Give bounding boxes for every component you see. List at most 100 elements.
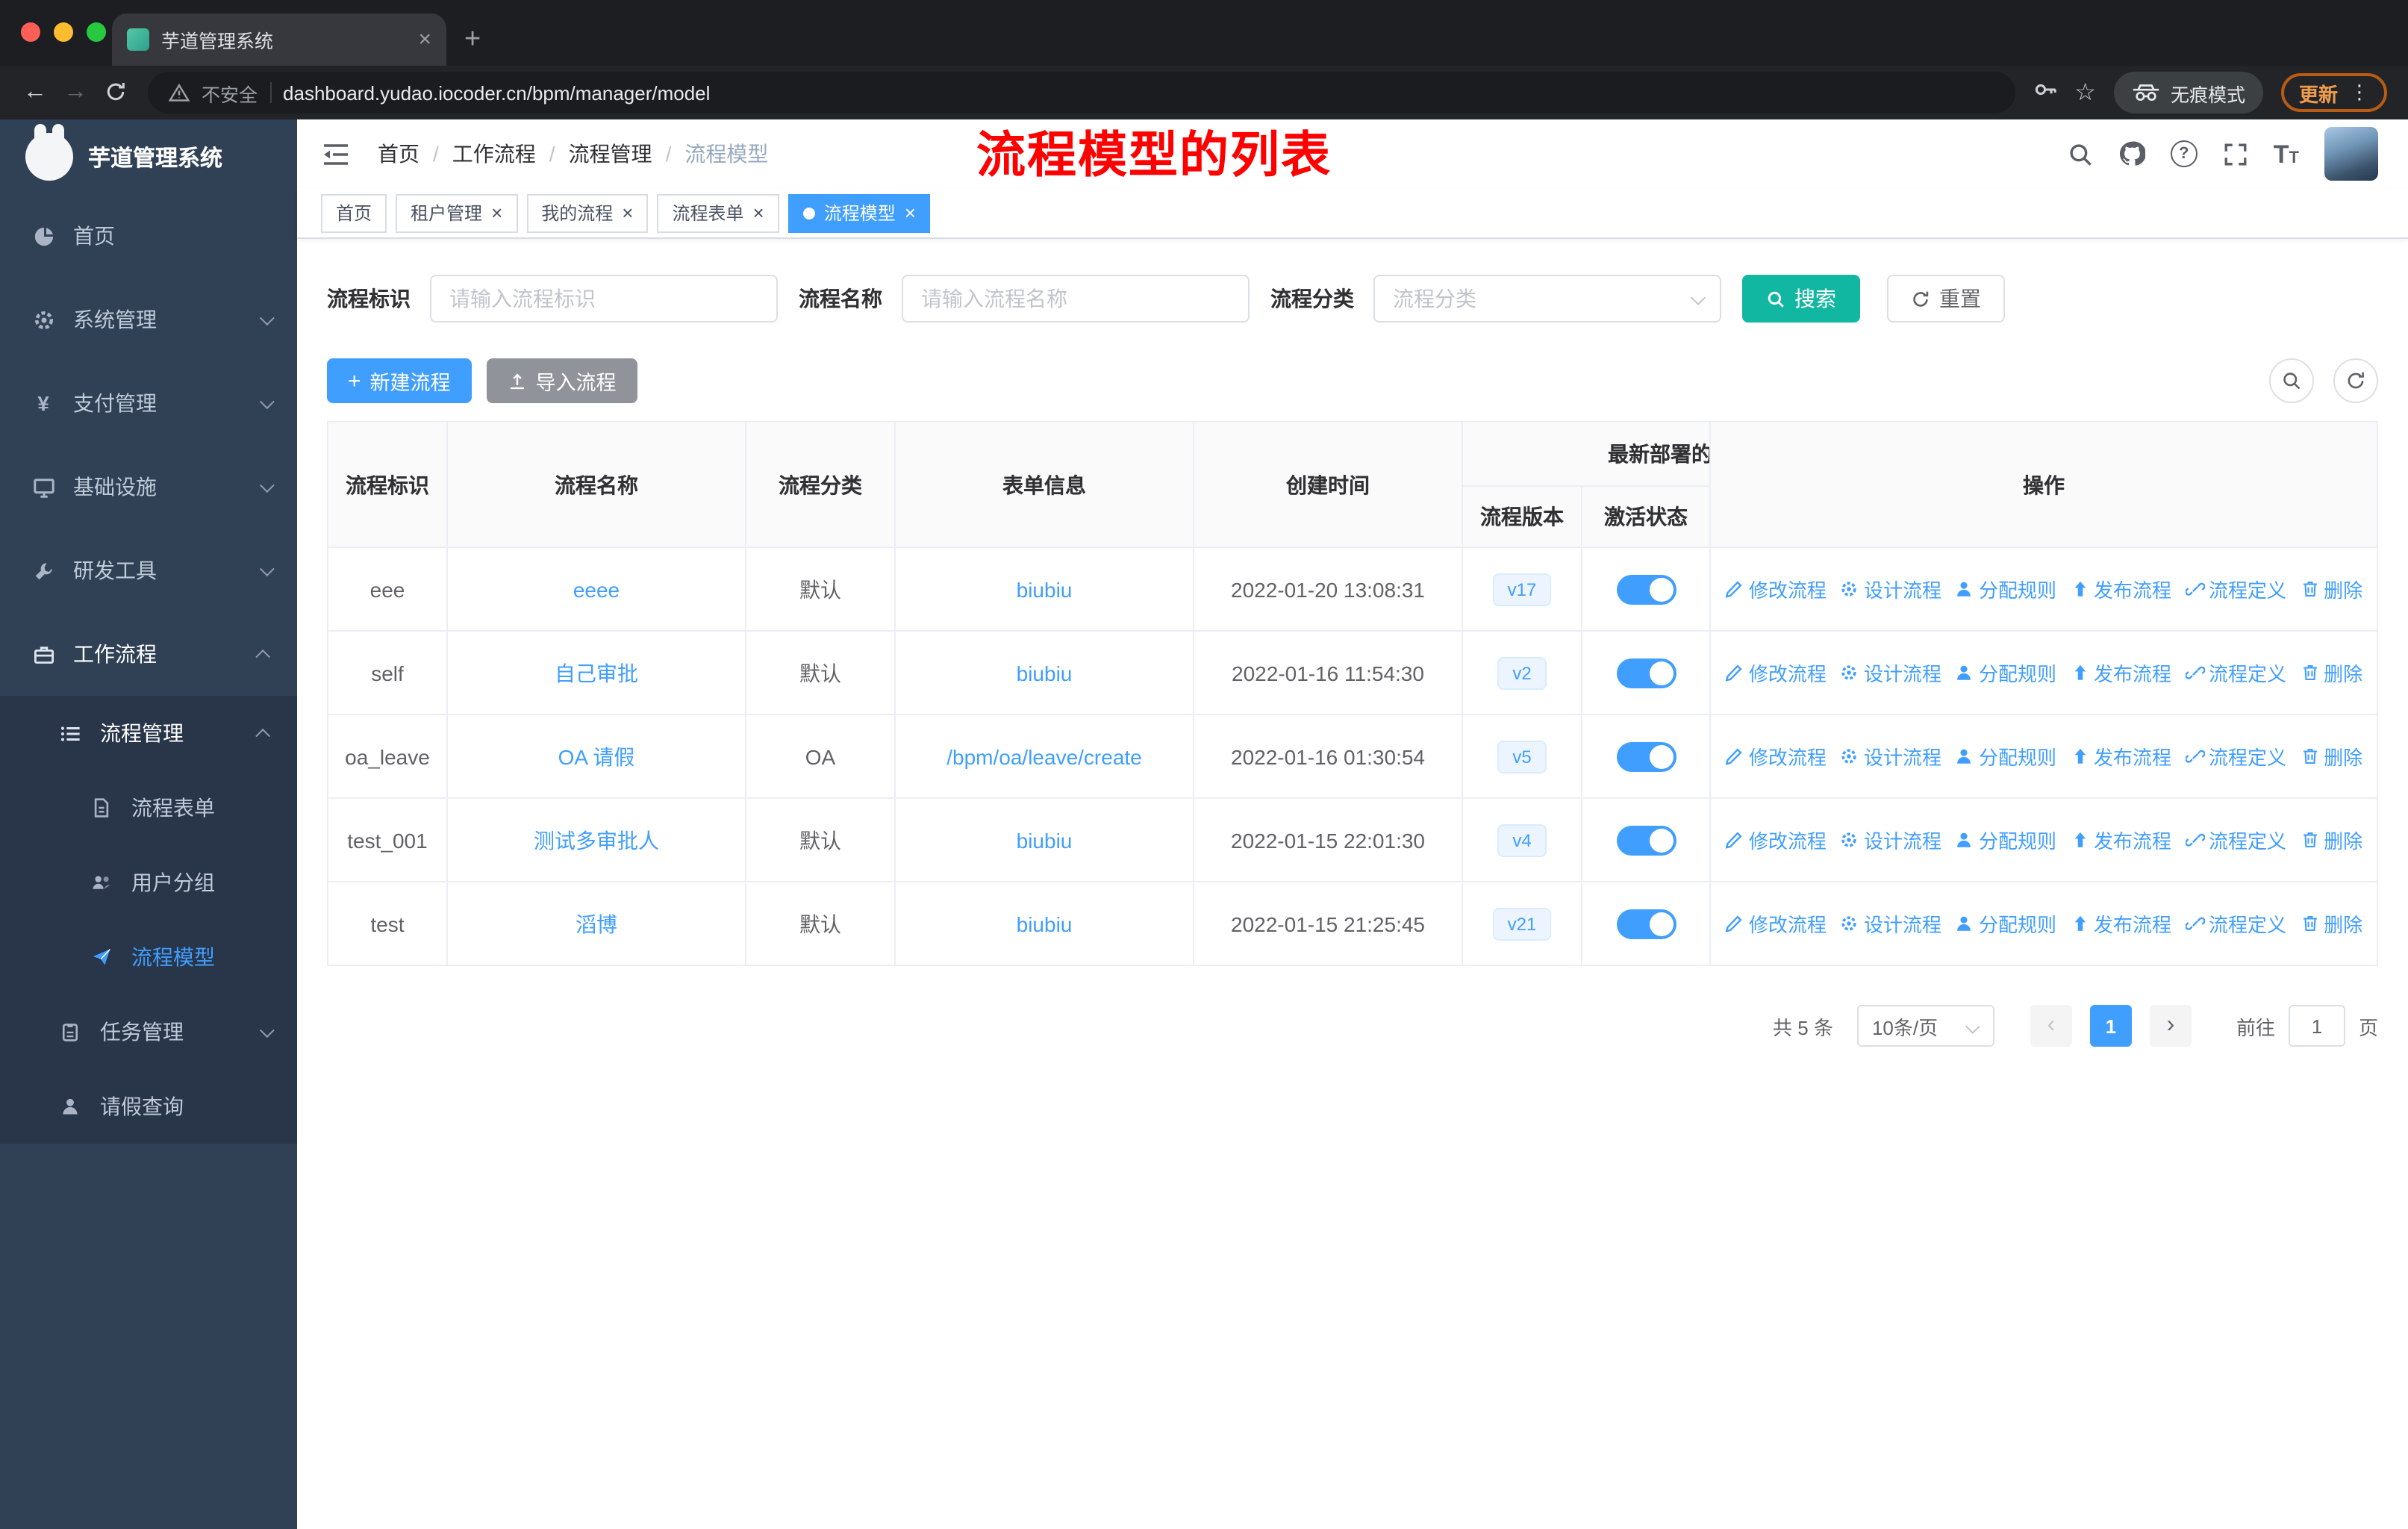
row-form-link[interactable]: biubiu xyxy=(1017,828,1073,852)
row-form-link[interactable]: biubiu xyxy=(1017,912,1073,935)
browser-tab[interactable]: 芋道管理系统 × xyxy=(112,13,446,66)
tag-tenant-management[interactable]: 租户管理 × xyxy=(396,193,518,232)
publish-process-link[interactable]: 发布流程 xyxy=(2070,909,2171,938)
publish-process-link[interactable]: 发布流程 xyxy=(2070,742,2171,770)
row-form-link[interactable]: /bpm/oa/leave/create xyxy=(946,744,1142,768)
next-page-button[interactable]: › xyxy=(2149,1005,2192,1047)
show-search-button[interactable] xyxy=(2269,358,2314,403)
address-bar[interactable]: 不安全 dashboard.yudao.iocoder.cn/bpm/manag… xyxy=(148,72,2015,113)
tag-my-process[interactable]: 我的流程 × xyxy=(526,193,649,232)
close-icon[interactable]: × xyxy=(905,203,916,222)
assign-rule-link[interactable]: 分配规则 xyxy=(1955,658,2056,687)
breadcrumb-workflow[interactable]: 工作流程 xyxy=(452,139,569,169)
sidebar-item-payment[interactable]: ¥ 支付管理 xyxy=(0,361,297,445)
close-icon[interactable]: × xyxy=(753,203,764,222)
design-process-link[interactable]: 设计流程 xyxy=(1840,742,1941,770)
tab-close-icon[interactable]: × xyxy=(418,28,431,51)
process-definition-link[interactable]: 流程定义 xyxy=(2185,575,2286,603)
active-toggle[interactable] xyxy=(1616,825,1676,855)
assign-rule-link[interactable]: 分配规则 xyxy=(1955,575,2056,603)
assign-rule-link[interactable]: 分配规则 xyxy=(1955,742,2056,770)
import-process-button[interactable]: 导入流程 xyxy=(486,358,637,403)
tag-home[interactable]: 首页 xyxy=(321,193,387,232)
forward-button[interactable]: → xyxy=(55,79,96,106)
active-toggle[interactable] xyxy=(1616,574,1676,604)
breadcrumb-process-management[interactable]: 流程管理 xyxy=(569,139,685,169)
prev-page-button[interactable]: ‹ xyxy=(2030,1005,2072,1047)
sidebar-item-user-group[interactable]: 用户分组 xyxy=(0,845,297,920)
assign-rule-link[interactable]: 分配规则 xyxy=(1955,826,2056,854)
delete-link[interactable]: 删除 xyxy=(2300,909,2362,938)
process-definition-link[interactable]: 流程定义 xyxy=(2185,658,2286,687)
breadcrumb-home[interactable]: 首页 xyxy=(378,139,452,169)
sidebar-item-home[interactable]: 首页 xyxy=(0,194,297,278)
current-page-button[interactable]: 1 xyxy=(2089,1005,2132,1047)
fullscreen-icon[interactable] xyxy=(2223,141,2248,166)
process-key-input[interactable] xyxy=(430,275,778,323)
modify-process-link[interactable]: 修改流程 xyxy=(1725,826,1827,854)
process-definition-link[interactable]: 流程定义 xyxy=(2185,909,2286,938)
process-category-select[interactable] xyxy=(1373,275,1721,323)
publish-process-link[interactable]: 发布流程 xyxy=(2070,658,2171,687)
row-name-link[interactable]: 自己审批 xyxy=(555,661,638,685)
delete-link[interactable]: 删除 xyxy=(2300,742,2362,770)
publish-process-link[interactable]: 发布流程 xyxy=(2070,575,2171,603)
design-process-link[interactable]: 设计流程 xyxy=(1840,575,1941,603)
close-icon[interactable]: × xyxy=(622,203,633,222)
row-form-link[interactable]: biubiu xyxy=(1017,577,1073,601)
process-name-input[interactable] xyxy=(902,275,1250,323)
window-zoom-button[interactable] xyxy=(87,22,106,42)
user-avatar[interactable] xyxy=(2324,127,2378,181)
delete-link[interactable]: 删除 xyxy=(2300,575,2362,603)
page-size-select[interactable]: 10条/页 xyxy=(1856,1005,1994,1047)
github-icon[interactable] xyxy=(2118,140,2145,167)
modify-process-link[interactable]: 修改流程 xyxy=(1725,909,1827,938)
publish-process-link[interactable]: 发布流程 xyxy=(2070,826,2171,854)
row-form-link[interactable]: biubiu xyxy=(1017,661,1073,685)
active-toggle[interactable] xyxy=(1616,909,1676,938)
design-process-link[interactable]: 设计流程 xyxy=(1840,909,1941,938)
sidebar-item-process-form[interactable]: 流程表单 xyxy=(0,770,297,845)
tag-process-form[interactable]: 流程表单 × xyxy=(657,193,779,232)
sidebar-item-workflow[interactable]: 工作流程 xyxy=(0,612,297,696)
window-close-button[interactable] xyxy=(21,22,40,42)
goto-page-input[interactable] xyxy=(2288,1005,2345,1047)
reset-button[interactable]: 重置 xyxy=(1887,275,2005,323)
active-toggle[interactable] xyxy=(1616,741,1676,771)
bookmark-star-icon[interactable]: ☆ xyxy=(2074,78,2096,108)
help-icon[interactable]: ? xyxy=(2170,140,2198,167)
sidebar-item-task-management[interactable]: 任务管理 xyxy=(0,994,297,1069)
search-icon[interactable] xyxy=(2068,141,2093,166)
sidebar-item-devtools[interactable]: 研发工具 xyxy=(0,529,297,612)
design-process-link[interactable]: 设计流程 xyxy=(1840,658,1941,687)
create-process-button[interactable]: + 新建流程 xyxy=(327,358,472,403)
modify-process-link[interactable]: 修改流程 xyxy=(1725,575,1827,603)
assign-rule-link[interactable]: 分配规则 xyxy=(1955,909,2056,938)
tag-process-model[interactable]: 流程模型 × xyxy=(787,193,931,232)
sidebar-toggle-icon[interactable] xyxy=(322,143,349,165)
close-icon[interactable]: × xyxy=(491,203,502,222)
sidebar-item-system[interactable]: 系统管理 xyxy=(0,278,297,361)
update-chip[interactable]: 更新 ⋮ xyxy=(2280,73,2387,112)
modify-process-link[interactable]: 修改流程 xyxy=(1725,658,1827,687)
delete-link[interactable]: 删除 xyxy=(2300,826,2362,854)
password-key-icon[interactable] xyxy=(2033,77,2056,108)
reload-button[interactable] xyxy=(96,79,136,106)
active-toggle[interactable] xyxy=(1616,658,1676,688)
sidebar-item-process-management[interactable]: 流程管理 xyxy=(0,696,297,770)
refresh-button[interactable] xyxy=(2333,358,2378,403)
sidebar-item-leave-query[interactable]: 请假查询 xyxy=(0,1069,297,1144)
window-minimize-button[interactable] xyxy=(54,22,73,42)
back-button[interactable]: ← xyxy=(15,79,55,106)
row-name-link[interactable]: OA 请假 xyxy=(558,744,635,768)
browser-menu-icon[interactable]: ⋮ xyxy=(2350,81,2369,105)
delete-link[interactable]: 删除 xyxy=(2300,658,2362,687)
sidebar-item-infrastructure[interactable]: 基础设施 xyxy=(0,445,297,529)
process-definition-link[interactable]: 流程定义 xyxy=(2185,826,2286,854)
font-size-icon[interactable]: TT xyxy=(2274,141,2299,166)
process-definition-link[interactable]: 流程定义 xyxy=(2185,742,2286,770)
search-button[interactable]: 搜索 xyxy=(1742,275,1860,323)
modify-process-link[interactable]: 修改流程 xyxy=(1725,742,1827,770)
sidebar-item-process-model[interactable]: 流程模型 xyxy=(0,920,297,994)
design-process-link[interactable]: 设计流程 xyxy=(1840,826,1941,854)
